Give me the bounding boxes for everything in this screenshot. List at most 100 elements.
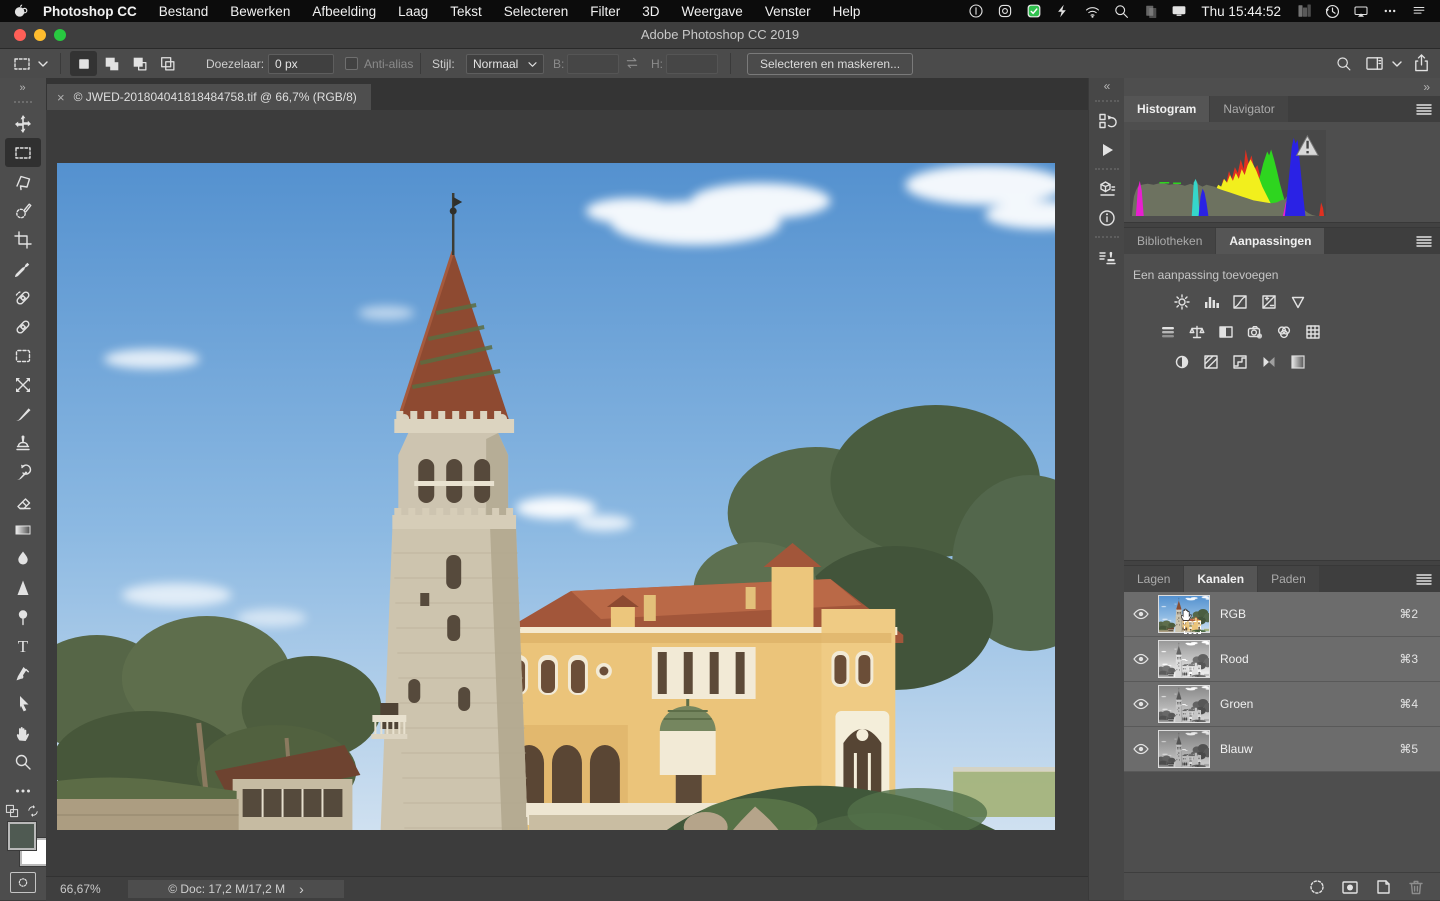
- canvas-pasteboard[interactable]: [46, 110, 1088, 876]
- hue-saturation-button[interactable]: [1157, 322, 1179, 342]
- history-panel-button[interactable]: [1089, 106, 1125, 135]
- tab-paden[interactable]: Paden: [1258, 566, 1319, 592]
- status-display-icon[interactable]: [1170, 3, 1188, 19]
- channel-row-groen[interactable]: Groen ⌘4: [1124, 682, 1440, 727]
- search-icon[interactable]: [1335, 55, 1352, 72]
- swap-dimensions-icon[interactable]: [624, 56, 640, 70]
- posterize-button[interactable]: [1200, 352, 1222, 372]
- save-selection-as-channel-button[interactable]: [1340, 877, 1360, 897]
- channel-thumbnail-groen[interactable]: [1158, 685, 1210, 723]
- invert-button[interactable]: [1171, 352, 1193, 372]
- curves-button[interactable]: [1229, 292, 1251, 312]
- visibility-toggle[interactable]: [1124, 742, 1158, 756]
- status-search-icon[interactable]: [1113, 3, 1129, 19]
- status-pages-icon[interactable]: [1143, 4, 1158, 19]
- brightness-contrast-button[interactable]: [1171, 292, 1193, 312]
- menu-tekst[interactable]: Tekst: [439, 4, 493, 19]
- menu-photoshop-cc[interactable]: Photoshop CC: [35, 4, 148, 19]
- status-green-check-icon[interactable]: [1026, 3, 1042, 19]
- zoom-tool[interactable]: [5, 747, 41, 776]
- gradient-tool[interactable]: [5, 515, 41, 544]
- width-input[interactable]: [567, 54, 619, 74]
- properties-panel-button[interactable]: [1089, 174, 1125, 203]
- eraser-tool[interactable]: [5, 486, 41, 515]
- vibrance-button[interactable]: [1287, 292, 1309, 312]
- menu-3d[interactable]: 3D: [631, 4, 670, 19]
- status-info-circle-icon[interactable]: [968, 3, 984, 19]
- histogram-plot[interactable]: [1130, 130, 1326, 216]
- status-wifi-icon[interactable]: [1084, 4, 1101, 19]
- menu-help[interactable]: Help: [822, 4, 872, 19]
- path-selection-tool[interactable]: [5, 689, 41, 718]
- healing-brush-tool[interactable]: [5, 312, 41, 341]
- tab-navigator[interactable]: Navigator: [1210, 96, 1287, 122]
- visibility-toggle[interactable]: [1124, 697, 1158, 711]
- apple-logo-icon[interactable]: [12, 2, 29, 20]
- type-tool[interactable]: T: [5, 631, 41, 660]
- tab-aanpassingen[interactable]: Aanpassingen: [1216, 228, 1324, 254]
- status-time-machine-icon[interactable]: [1324, 3, 1341, 20]
- black-white-button[interactable]: [1215, 322, 1237, 342]
- edit-toolbar-button[interactable]: [5, 776, 41, 805]
- dodge-tool[interactable]: [5, 602, 41, 631]
- share-icon[interactable]: [1412, 53, 1431, 73]
- menu-weergave[interactable]: Weergave: [671, 4, 754, 19]
- new-selection-mode-button[interactable]: [70, 51, 97, 76]
- default-colors-icon[interactable]: [5, 804, 19, 818]
- zoom-window-button[interactable]: [54, 29, 66, 41]
- zoom-level-field[interactable]: 66,67%: [54, 877, 107, 901]
- channel-row-rgb[interactable]: RGB ⌘2: [1124, 592, 1440, 637]
- move-tool[interactable]: [5, 109, 41, 138]
- status-screen-mirroring-icon[interactable]: [1352, 4, 1370, 19]
- visibility-toggle[interactable]: [1124, 652, 1158, 666]
- quick-selection-tool[interactable]: [5, 196, 41, 225]
- color-lookup-button[interactable]: [1302, 322, 1324, 342]
- feather-input[interactable]: 0 px: [268, 54, 334, 74]
- threshold-button[interactable]: [1229, 352, 1251, 372]
- blur-tool[interactable]: [5, 544, 41, 573]
- menu-bestand[interactable]: Bestand: [148, 4, 220, 19]
- document-tab[interactable]: × © JWED-201804041818484758.tif @ 66,7% …: [47, 84, 371, 110]
- brush-tool[interactable]: [5, 399, 41, 428]
- crop-tool[interactable]: [5, 225, 41, 254]
- close-tab-icon[interactable]: ×: [57, 90, 65, 105]
- channel-mixer-button[interactable]: [1273, 322, 1295, 342]
- status-more-icon[interactable]: [1382, 4, 1398, 18]
- menu-selecteren[interactable]: Selecteren: [493, 4, 580, 19]
- intersect-selection-mode-button[interactable]: [154, 51, 181, 76]
- hand-tool[interactable]: [5, 718, 41, 747]
- collapse-panels-button[interactable]: »: [1124, 78, 1440, 96]
- foreground-color-swatch[interactable]: [8, 822, 36, 850]
- content-aware-move-tool[interactable]: [5, 370, 41, 399]
- load-channel-as-selection-button[interactable]: [1307, 877, 1327, 897]
- actions-panel-button[interactable]: [1089, 135, 1125, 164]
- status-list-icon[interactable]: [1411, 4, 1427, 18]
- channel-row-rood[interactable]: Rood ⌘3: [1124, 637, 1440, 682]
- levels-button[interactable]: [1200, 292, 1222, 312]
- panel-menu-icon[interactable]: [1416, 573, 1432, 585]
- toolbar-expand-button[interactable]: »: [0, 78, 46, 98]
- selective-color-button[interactable]: [1287, 352, 1309, 372]
- add-to-selection-mode-button[interactable]: [98, 51, 125, 76]
- status-stack-icon[interactable]: [1296, 3, 1311, 19]
- color-balance-button[interactable]: [1186, 322, 1208, 342]
- tab-kanalen[interactable]: Kanalen: [1184, 566, 1257, 592]
- channel-thumbnail-blauw[interactable]: [1158, 730, 1210, 768]
- info-panel-button[interactable]: [1089, 203, 1125, 232]
- panel-menu-icon[interactable]: [1416, 103, 1432, 115]
- channel-thumbnail-rood[interactable]: [1158, 640, 1210, 678]
- tab-lagen[interactable]: Lagen: [1124, 566, 1183, 592]
- clone-stamp-tool[interactable]: [5, 428, 41, 457]
- tab-histogram[interactable]: Histogram: [1124, 96, 1209, 122]
- visibility-toggle[interactable]: [1124, 607, 1158, 621]
- history-brush-tool[interactable]: [5, 457, 41, 486]
- new-channel-button[interactable]: [1373, 877, 1393, 897]
- chevron-down-icon[interactable]: [1392, 60, 1402, 68]
- panel-menu-icon[interactable]: [1416, 235, 1432, 247]
- menu-venster[interactable]: Venster: [754, 4, 822, 19]
- rectangular-marquee-tool[interactable]: [5, 138, 41, 167]
- expand-panels-button[interactable]: «: [1089, 78, 1125, 96]
- pen-tool[interactable]: [5, 660, 41, 689]
- document-size-status[interactable]: © Doc: 17,2 M/17,2 M ›: [128, 880, 344, 898]
- gradient-map-button[interactable]: [1258, 352, 1280, 372]
